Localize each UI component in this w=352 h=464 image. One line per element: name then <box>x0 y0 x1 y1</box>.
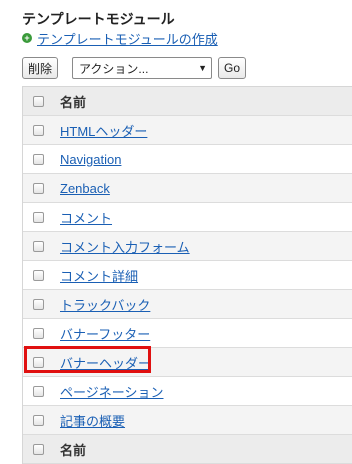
table-header-row: 名前 <box>23 87 352 116</box>
column-footer-name[interactable]: 名前 <box>60 440 86 459</box>
table-row: Navigation <box>23 145 352 174</box>
module-link[interactable]: コメント入力フォーム <box>60 240 190 255</box>
row-checkbox[interactable] <box>33 269 44 281</box>
module-link[interactable]: トラックバック <box>60 298 150 313</box>
row-checkbox[interactable] <box>33 153 44 165</box>
row-checkbox[interactable] <box>33 356 44 368</box>
table-row: トラックバック <box>23 290 352 319</box>
select-all-checkbox[interactable] <box>33 95 44 107</box>
table-row: コメント詳細 <box>23 261 352 290</box>
create-module-link[interactable]: テンプレートモジュールの作成 <box>37 29 218 48</box>
bulk-toolbar: 削除 アクション... ▼ Go <box>22 57 247 79</box>
plus-circle-icon: + <box>22 33 32 43</box>
module-link[interactable]: Zenback <box>60 181 110 196</box>
module-link[interactable]: Navigation <box>60 152 121 167</box>
module-link[interactable]: HTMLヘッダー <box>60 124 147 139</box>
chevron-down-icon: ▼ <box>198 63 208 73</box>
row-checkbox[interactable] <box>33 211 44 223</box>
table-row: バナーフッター <box>23 319 352 348</box>
row-checkbox[interactable] <box>33 385 44 397</box>
table-row: HTMLヘッダー <box>23 116 352 145</box>
row-checkbox[interactable] <box>33 124 44 136</box>
row-checkbox[interactable] <box>33 414 44 426</box>
table-row: 記事の概要 <box>23 406 352 435</box>
action-select[interactable]: アクション... ▼ <box>72 57 213 79</box>
table-row: コメント入力フォーム <box>23 232 352 261</box>
module-link[interactable]: バナーヘッダー <box>60 356 151 371</box>
table-row: バナーヘッダー <box>23 348 352 377</box>
column-header-name[interactable]: 名前 <box>60 92 86 111</box>
row-checkbox[interactable] <box>33 298 44 310</box>
row-checkbox[interactable] <box>33 182 44 194</box>
select-all-checkbox-footer[interactable] <box>33 443 44 455</box>
action-select-value: アクション... <box>79 61 149 76</box>
create-module-link-row: + テンプレートモジュールの作成 <box>22 29 218 48</box>
go-button[interactable]: Go <box>218 57 247 79</box>
table-row: Zenback <box>23 174 352 203</box>
table-row: ページネーション <box>23 377 352 406</box>
table-row: コメント <box>23 203 352 232</box>
row-checkbox[interactable] <box>33 327 44 339</box>
module-table: 名前 HTMLヘッダー Navigation Zenback コメント コメント… <box>22 86 352 464</box>
module-link[interactable]: コメント詳細 <box>60 269 138 284</box>
table-footer-row: 名前 <box>23 435 352 464</box>
page-title: テンプレートモジュール <box>22 11 175 27</box>
module-link[interactable]: バナーフッター <box>60 327 150 342</box>
delete-button[interactable]: 削除 <box>22 57 59 79</box>
module-link[interactable]: コメント <box>60 211 112 226</box>
module-link[interactable]: ページネーション <box>60 385 163 400</box>
row-checkbox[interactable] <box>33 240 44 252</box>
module-link[interactable]: 記事の概要 <box>60 414 125 429</box>
